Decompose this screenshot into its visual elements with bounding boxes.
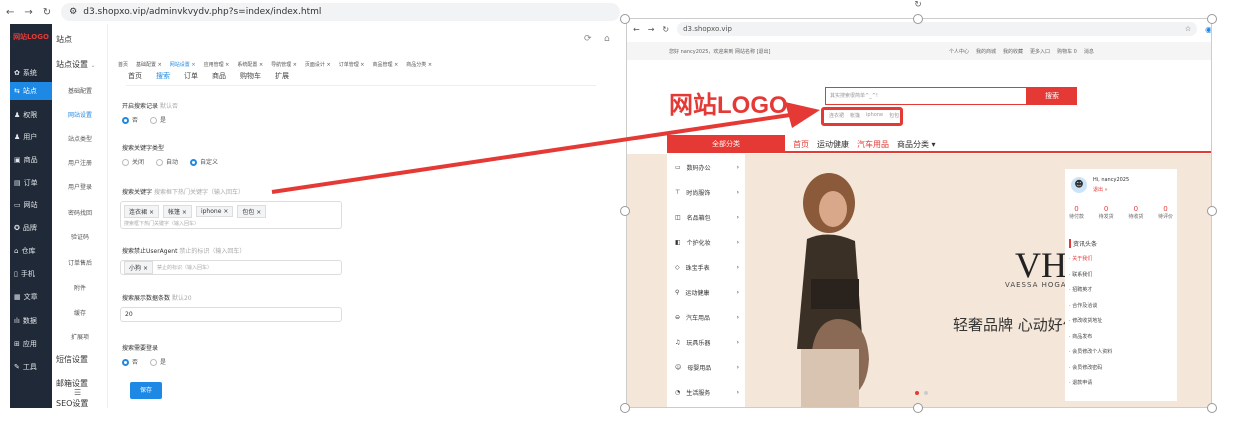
annotation-arrow — [271, 102, 820, 194]
